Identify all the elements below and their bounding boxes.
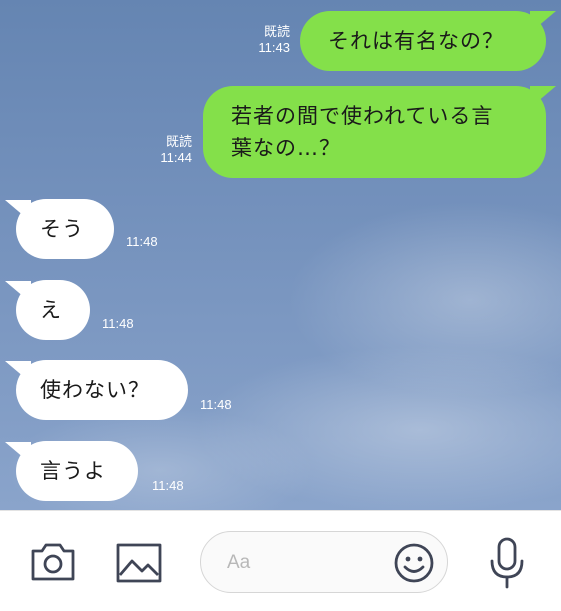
incoming-message-bubble[interactable]: 使わない？ — [16, 360, 188, 420]
message-text: それは有名なの？ — [328, 29, 504, 53]
input-toolbar: Aa — [0, 510, 561, 611]
message-text: え — [40, 298, 62, 322]
message-time: 11:48 — [152, 478, 184, 493]
incoming-message-bubble[interactable]: そう — [16, 199, 114, 259]
microphone-button[interactable] — [484, 535, 530, 591]
message-time: 11:48 — [200, 397, 232, 412]
camera-icon — [31, 543, 75, 581]
incoming-message-bubble[interactable]: え — [16, 280, 90, 340]
chat-area[interactable]: 既読 11:43 それは有名なの？ 既読 11:44 若者の間で使われている言 … — [0, 0, 561, 510]
image-button[interactable] — [114, 541, 164, 585]
microphone-icon — [490, 537, 524, 589]
incoming-message-bubble[interactable]: 言うよ — [16, 441, 138, 501]
message-meta: 既読 11:44 — [140, 134, 192, 166]
input-placeholder: Aa — [227, 552, 251, 573]
camera-button[interactable] — [28, 539, 78, 585]
outgoing-message-bubble[interactable]: 若者の間で使われている言 葉なの…？ — [203, 86, 546, 178]
outgoing-message-bubble[interactable]: それは有名なの？ — [300, 11, 546, 71]
message-text: 葉なの…？ — [231, 136, 341, 160]
message-text: そう — [40, 217, 84, 241]
emoji-icon — [394, 543, 434, 583]
message-time: 11:44 — [160, 150, 192, 165]
message-time: 11:43 — [258, 40, 290, 55]
emoji-button[interactable] — [391, 540, 437, 586]
read-receipt: 既読 — [165, 134, 192, 149]
message-time: 11:48 — [126, 234, 158, 249]
message-meta: 既読 11:43 — [238, 24, 290, 56]
read-receipt: 既読 — [263, 24, 290, 39]
message-input[interactable]: Aa — [200, 531, 448, 593]
image-icon — [116, 543, 162, 583]
message-text: 若者の間で使われている言 — [231, 104, 494, 128]
message-time: 11:48 — [102, 316, 134, 331]
message-text: 使わない？ — [40, 378, 150, 402]
message-text: 言うよ — [40, 459, 106, 483]
